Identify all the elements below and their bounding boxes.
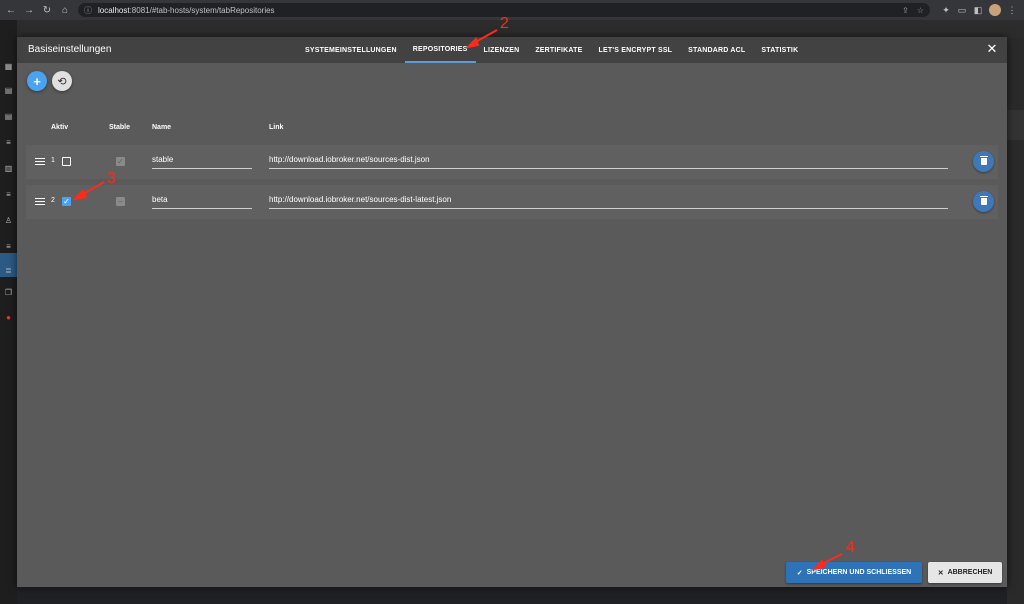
annotation-number: 4 <box>846 539 855 556</box>
annotation-arrows <box>72 29 843 571</box>
annotation-arrowhead-checkbox <box>72 189 88 201</box>
annotation-number: 3 <box>107 170 116 187</box>
annotation-arrowhead-save <box>811 559 827 571</box>
annotation-arrowhead-tab <box>464 37 480 49</box>
annotation-number: 2 <box>500 15 509 32</box>
